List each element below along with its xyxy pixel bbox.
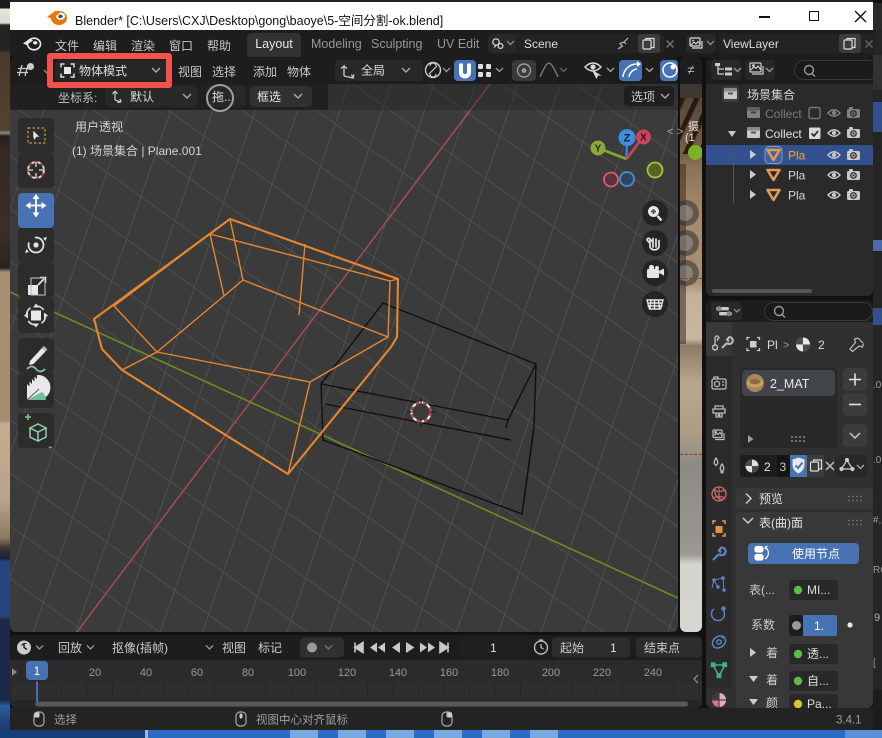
svg-text:140: 140 <box>389 667 407 679</box>
svg-text:表(...: 表(... <box>749 583 775 597</box>
svg-text:起始: 起始 <box>560 641 584 655</box>
svg-text:Pla: Pla <box>788 189 806 203</box>
svg-text:预览: 预览 <box>759 491 783 506</box>
svg-text:200: 200 <box>542 667 560 679</box>
svg-text:场景集合: 场景集合 <box>747 87 795 102</box>
svg-text:60: 60 <box>191 667 203 679</box>
svg-text:1: 1 <box>34 666 40 678</box>
svg-text:标记: 标记 <box>258 641 282 655</box>
svg-text:着: 着 <box>766 672 778 687</box>
svg-text:240: 240 <box>644 667 662 679</box>
svg-text:选择: 选择 <box>54 713 77 727</box>
svg-text:Collect: Collect <box>765 107 802 121</box>
svg-text:40: 40 <box>140 667 152 679</box>
svg-text:120: 120 <box>338 667 356 679</box>
svg-text:<: < <box>667 126 673 138</box>
svg-text:80: 80 <box>242 667 254 679</box>
svg-text:颜: 颜 <box>766 695 778 708</box>
svg-text:X: X <box>640 133 647 144</box>
svg-text:3: 3 <box>780 460 787 474</box>
svg-text:Pl: Pl <box>767 338 778 352</box>
svg-text:使用节点: 使用节点 <box>792 546 840 561</box>
svg-text:透...: 透... <box>807 647 829 661</box>
svg-text:1: 1 <box>490 641 497 655</box>
svg-text:220: 220 <box>593 667 611 679</box>
svg-text:视图中心对齐鼠标: 视图中心对齐鼠标 <box>256 713 348 727</box>
svg-text:结束点: 结束点 <box>644 641 680 655</box>
svg-text:回放: 回放 <box>58 640 82 655</box>
svg-text:180: 180 <box>491 667 509 679</box>
svg-text:2: 2 <box>818 338 825 352</box>
svg-text:2: 2 <box>764 460 771 474</box>
svg-text:Z: Z <box>624 133 631 145</box>
svg-text:1: 1 <box>610 641 617 655</box>
svg-text:Pla: Pla <box>788 149 806 163</box>
svg-text:自...: 自... <box>807 674 829 688</box>
svg-text:Pla: Pla <box>788 169 806 183</box>
svg-text:Pa...: Pa... <box>807 697 832 708</box>
svg-text:20: 20 <box>89 667 101 679</box>
svg-text:3.4.1: 3.4.1 <box>836 715 862 727</box>
svg-text:Y: Y <box>595 144 602 155</box>
svg-text:抠像(插帧): 抠像(插帧) <box>112 641 168 655</box>
svg-text:全局: 全局 <box>361 63 385 78</box>
svg-text:系数: 系数 <box>751 617 775 632</box>
svg-text:100: 100 <box>288 667 306 679</box>
svg-text:2_MAT: 2_MAT <box>770 377 810 391</box>
svg-text:1.: 1. <box>814 619 824 633</box>
svg-text:MI...: MI... <box>807 583 830 597</box>
svg-text:表(曲)面: 表(曲)面 <box>759 516 803 530</box>
svg-text:160: 160 <box>440 667 458 679</box>
svg-text:着: 着 <box>766 645 778 660</box>
svg-text:Collect: Collect <box>765 127 802 141</box>
svg-text:>: > <box>783 340 789 352</box>
svg-text:视图: 视图 <box>222 640 246 655</box>
